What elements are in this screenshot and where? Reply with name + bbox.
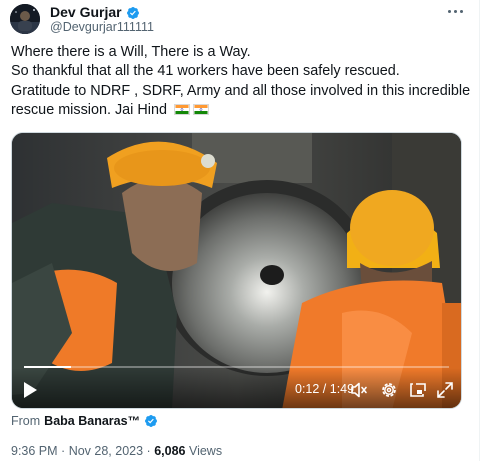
views-count: 6,086 [154,444,186,458]
tweet-text-line: Gratitude to NDRF , SDRF, Army and all t… [11,82,471,99]
tweet-text-line: rescue mission. Jai Hind [11,102,167,119]
india-flag-icon [192,104,209,116]
settings-icon[interactable] [379,380,399,400]
mute-icon[interactable] [349,380,369,400]
views-label: Views [188,444,223,458]
tweet-text: Where there is a Will, There is a Way. S… [11,43,471,121]
tweet-card: Dev Gurjar @Devgurjar111111 Where there … [0,0,480,461]
more-options-button[interactable] [441,2,469,20]
tweet-text-line: So thankful that all the 41 workers have… [11,63,400,80]
tweet-text-last-line: rescue mission. Jai Hind [11,101,466,120]
india-flag-icon [173,104,190,116]
video-time-display: 0:12 / 1:49 [295,382,355,396]
video-player[interactable]: 0:12 / 1:49 [11,132,462,409]
fullscreen-icon[interactable] [435,380,455,400]
post-time[interactable]: 9:36 PM [11,444,58,458]
video-progress-track[interactable] [24,366,449,368]
author-name-row: Dev Gurjar [50,4,140,21]
tweet-text-line: Where there is a Will, There is a Way. [11,44,251,60]
post-date[interactable]: Nov 28, 2023 [69,444,143,458]
author-handle[interactable]: @Devgurjar111111 [50,20,154,35]
play-icon[interactable] [22,381,38,399]
author-display-name[interactable]: Dev Gurjar [50,4,122,21]
more-dot-icon [459,9,463,13]
verified-badge-icon [145,415,158,427]
video-attribution: From Baba Banaras™ [11,414,158,428]
meta-separator: · [61,444,66,458]
tweet-metadata: 9:36 PM · Nov 28, 2023 · 6,086 Views [11,444,222,458]
meta-separator: · [146,444,151,458]
more-dot-icon [447,9,451,13]
attribution-source-link[interactable]: Baba Banaras™ [44,414,140,428]
more-dot-icon [453,9,457,13]
verified-badge-icon [126,6,139,19]
pip-icon[interactable] [408,380,428,400]
avatar[interactable] [10,4,40,34]
attribution-prefix: From [11,414,41,428]
video-progress-fill [24,366,71,368]
